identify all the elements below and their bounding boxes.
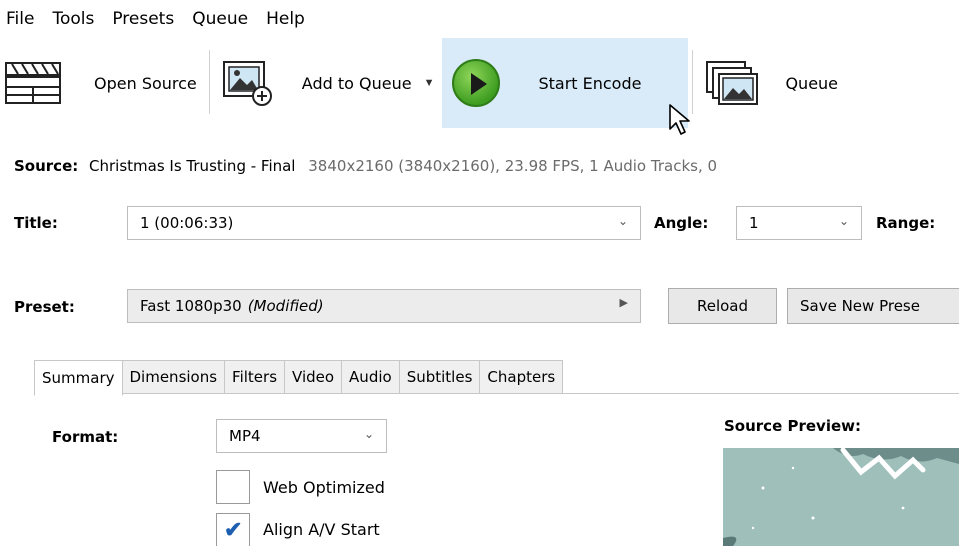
tab-chapters[interactable]: Chapters [480, 360, 564, 394]
tab-bar: Summary Dimensions Filters Video Audio S… [34, 360, 564, 396]
range-label: Range: [876, 214, 936, 232]
source-details: 3840x2160 (3840x2160), 23.98 FPS, 1 Audi… [308, 157, 718, 175]
preset-value: Fast 1080p30 [140, 297, 242, 315]
mouse-cursor-icon [668, 103, 694, 141]
tab-subtitles[interactable]: Subtitles [399, 360, 481, 394]
tab-label: Video [292, 368, 335, 386]
save-new-preset-button[interactable]: Save New Prese [787, 288, 959, 324]
tab-label: Summary [42, 369, 115, 387]
play-icon [452, 59, 501, 107]
source-label: Source: [14, 157, 79, 175]
tab-filters[interactable]: Filters [225, 360, 286, 394]
start-encode-label: Start Encode [538, 73, 642, 93]
add-to-queue-label: Add to Queue [301, 73, 412, 93]
chevron-down-icon: ⌄ [617, 214, 628, 228]
open-source-label: Open Source [94, 73, 197, 93]
start-encode-button[interactable]: Start Encode [442, 38, 689, 128]
caret-right-icon: ▶ [619, 296, 628, 309]
chevron-down-icon: ⌄ [838, 214, 849, 228]
reload-label: Reload [696, 297, 749, 315]
web-optimized-checkbox[interactable] [216, 470, 250, 504]
tab-video[interactable]: Video [285, 360, 343, 394]
format-label: Format: [52, 428, 119, 446]
tab-audio[interactable]: Audio [342, 360, 400, 394]
preset-modified: (Modified) [247, 297, 324, 315]
tab-summary[interactable]: Summary [34, 360, 123, 396]
menu-file[interactable]: File [0, 9, 44, 29]
menu-tools[interactable]: Tools [52, 9, 104, 29]
caret-down-icon[interactable]: ▼ [424, 77, 435, 89]
align-av-checkbox[interactable]: ✔ [216, 513, 250, 546]
source-name: Christmas Is Trusting - Final [89, 157, 296, 175]
toolbar-separator [208, 50, 210, 114]
align-av-label: Align A/V Start [263, 520, 380, 539]
tab-label: Dimensions [129, 368, 218, 386]
menu-help[interactable]: Help [266, 9, 315, 29]
chevron-down-icon: ⌄ [363, 427, 374, 441]
source-info: Source: Christmas Is Trusting - Final 38… [14, 157, 717, 175]
source-preview-image [723, 448, 959, 546]
tab-label: Chapters [487, 368, 556, 386]
reload-button[interactable]: Reload [668, 288, 777, 324]
title-value: 1 (00:06:33) [140, 214, 234, 232]
title-label: Title: [14, 214, 58, 232]
tab-label: Audio [349, 368, 392, 386]
add-to-queue-button[interactable]: Add to Queue ▼ [214, 38, 443, 128]
preset-label: Preset: [14, 298, 75, 316]
angle-label: Angle: [654, 214, 709, 232]
queue-label: Queue [785, 73, 839, 93]
web-optimized-label: Web Optimized [263, 478, 385, 497]
tab-label: Subtitles [406, 368, 473, 386]
open-source-button[interactable]: Open Source [0, 38, 205, 128]
format-select[interactable]: MP4 ⌄ [216, 419, 387, 453]
angle-select[interactable]: 1 ⌄ [736, 206, 862, 240]
format-value: MP4 [229, 427, 261, 445]
source-preview-label: Source Preview: [724, 417, 861, 435]
angle-value: 1 [749, 214, 759, 232]
title-select[interactable]: 1 (00:06:33) ⌄ [127, 206, 641, 240]
menu-bar: File Tools Presets Queue Help [0, 0, 959, 38]
queue-stack-icon [705, 60, 759, 106]
queue-button[interactable]: Queue [697, 38, 846, 128]
clapperboard-icon [4, 61, 62, 105]
toolbar: Open Source Add to Queue ▼ Start Encode [0, 38, 959, 128]
menu-queue[interactable]: Queue [192, 9, 258, 29]
preset-selector[interactable]: Fast 1080p30 (Modified) ▶ [127, 289, 641, 323]
tab-dimensions[interactable]: Dimensions [122, 360, 226, 394]
checkmark-icon: ✔ [224, 517, 243, 542]
save-new-preset-label: Save New Prese [800, 297, 920, 315]
tab-label: Filters [232, 368, 278, 386]
menu-presets[interactable]: Presets [112, 9, 184, 29]
add-image-icon [222, 60, 274, 106]
